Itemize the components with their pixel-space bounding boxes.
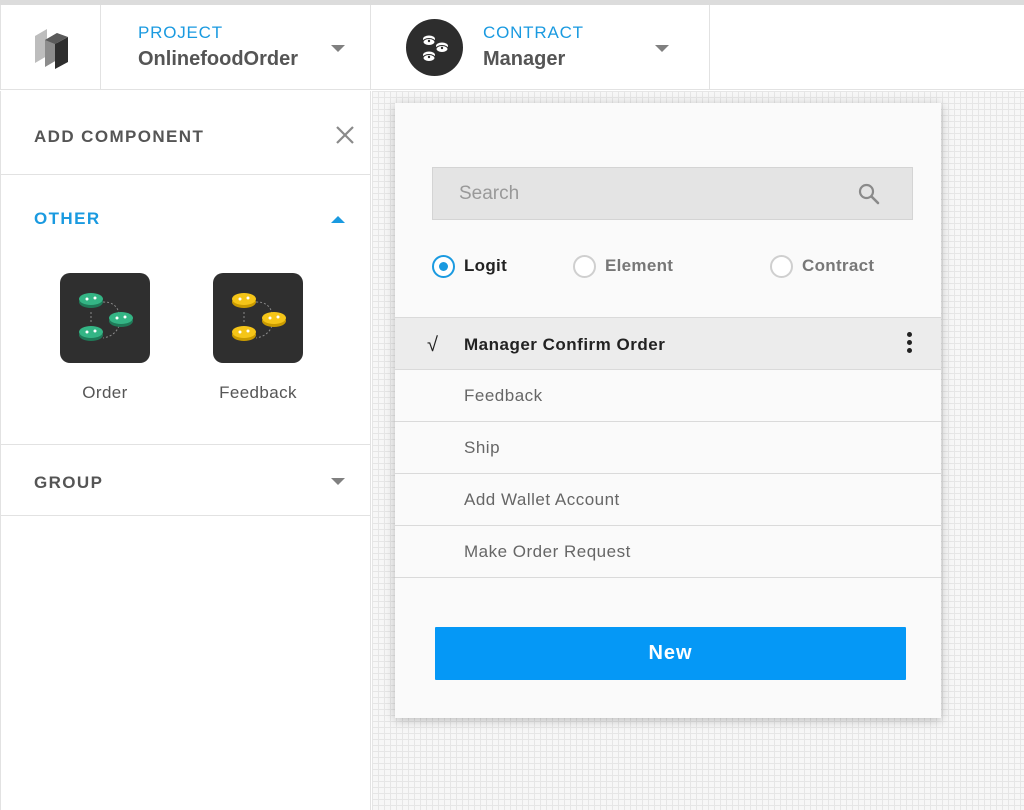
list-item[interactable]: Make Order Request	[395, 526, 941, 578]
radio-logit-label: Logit	[464, 256, 508, 275]
search-box	[432, 167, 913, 220]
list-item[interactable]: √ Manager Confirm Order	[395, 318, 941, 370]
section-other: OTHER Order Feedback	[1, 175, 371, 445]
list-item-label: Manager Confirm Order	[464, 335, 666, 354]
coins-icon	[422, 35, 448, 62]
project-selector[interactable]: PROJECT OnlinefoodOrder	[101, 5, 371, 90]
radio-element-label: Element	[605, 256, 674, 275]
section-group-title: GROUP	[34, 473, 104, 492]
new-button[interactable]: New	[435, 627, 906, 680]
list-item-label: Ship	[464, 438, 501, 457]
radio-element-indicator[interactable]	[573, 254, 596, 278]
radio-contract-indicator[interactable]	[770, 254, 793, 278]
list-item-label: Add Wallet Account	[464, 490, 620, 509]
radio-element[interactable]: Element	[573, 253, 673, 279]
logo-icon	[34, 28, 68, 69]
project-dropdown-icon[interactable]	[331, 45, 345, 52]
list-item-label: Feedback	[464, 386, 543, 405]
more-options-icon[interactable]	[905, 332, 913, 356]
radio-contract-label: Contract	[802, 256, 875, 275]
contract-name: Manager	[483, 48, 566, 70]
close-icon[interactable]	[334, 124, 356, 146]
radio-contract[interactable]: Contract	[770, 253, 874, 279]
component-feedback-label: Feedback	[219, 383, 297, 402]
logic-list-card: Logit Element Contract √ Manager Confirm…	[395, 103, 941, 718]
component-feedback[interactable]: Feedback	[198, 273, 318, 403]
feedback-tile	[213, 273, 303, 363]
radio-logit[interactable]: Logit	[432, 253, 507, 279]
top-bar: PROJECT OnlinefoodOrder CONTRACT Manager	[0, 5, 1024, 90]
search-input[interactable]	[433, 168, 853, 219]
component-order[interactable]: Order	[45, 273, 165, 403]
panel-title: ADD COMPONENT	[34, 127, 205, 146]
collapse-other-icon[interactable]	[331, 216, 345, 223]
project-label: PROJECT	[138, 23, 223, 42]
component-order-label: Order	[82, 383, 128, 402]
yellow-coins-icon	[232, 293, 286, 341]
logic-list: √ Manager Confirm Order Feedback Ship Ad…	[395, 317, 941, 578]
list-item[interactable]: Ship	[395, 422, 941, 474]
list-item-label: Make Order Request	[464, 542, 631, 561]
contract-label: CONTRACT	[483, 23, 584, 42]
contract-dropdown-icon[interactable]	[655, 45, 669, 52]
contract-selector[interactable]: CONTRACT Manager	[371, 5, 710, 90]
section-group[interactable]: GROUP	[1, 445, 371, 516]
search-icon[interactable]	[857, 182, 881, 206]
panel-header: ADD COMPONENT	[1, 91, 371, 175]
check-icon: √	[427, 334, 438, 356]
list-item[interactable]: Feedback	[395, 370, 941, 422]
app-logo[interactable]	[0, 5, 101, 90]
expand-group-icon[interactable]	[331, 478, 345, 485]
add-component-panel: ADD COMPONENT OTHER Order Feedback GROUP	[0, 91, 371, 810]
order-tile	[60, 273, 150, 363]
green-coins-icon	[79, 293, 133, 341]
radio-logit-indicator[interactable]	[432, 254, 455, 278]
section-other-title[interactable]: OTHER	[34, 209, 101, 229]
project-name: OnlinefoodOrder	[138, 48, 298, 70]
contract-avatar	[406, 19, 463, 76]
list-item[interactable]: Add Wallet Account	[395, 474, 941, 526]
